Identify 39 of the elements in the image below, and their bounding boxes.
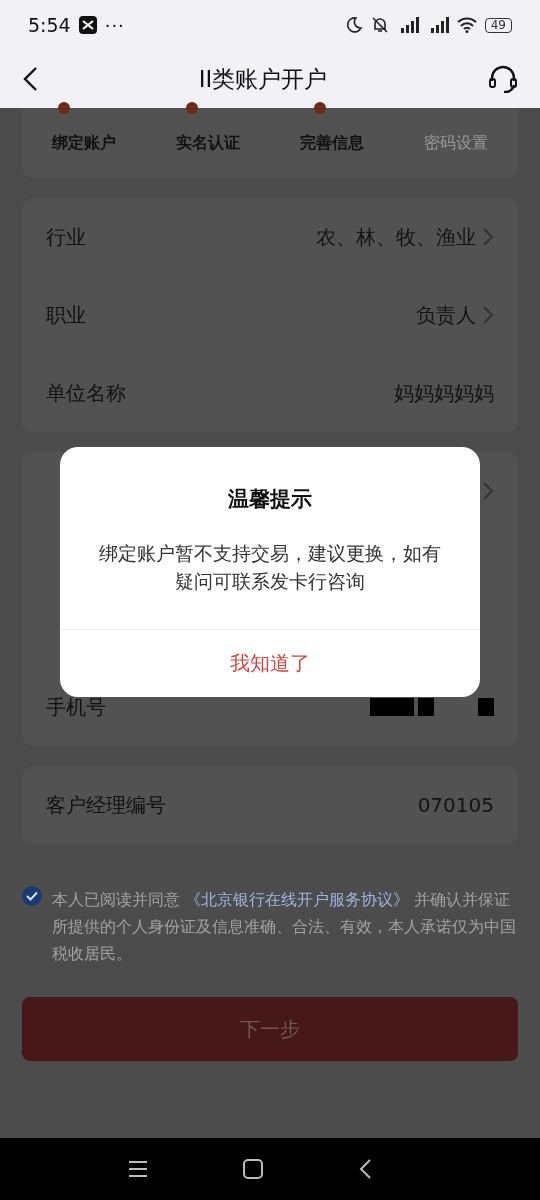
bell-off-icon bbox=[370, 16, 389, 34]
next-button[interactable]: 下一步 bbox=[22, 997, 518, 1061]
agreement-text: 本人已阅读并同意 《北京银行在线开户服务协议》 并确认并保证所提供的个人身份证及信息准确、合法、有效，本人承诺仅为中国税收居民。 bbox=[52, 889, 517, 965]
battery-level: 49 bbox=[484, 17, 512, 33]
field-value: 妈妈妈妈妈 bbox=[394, 379, 494, 407]
app-icon bbox=[78, 16, 97, 34]
field-value: 070105 bbox=[417, 793, 494, 817]
more-notifications: ··· bbox=[104, 14, 125, 36]
step-label: 绑定账户 bbox=[52, 132, 116, 154]
wifi-icon bbox=[456, 17, 477, 33]
back-icon[interactable] bbox=[22, 66, 38, 92]
moon-icon bbox=[344, 16, 363, 34]
redaction-mark bbox=[418, 698, 434, 716]
chevron-icon bbox=[482, 481, 494, 501]
headset-icon[interactable] bbox=[488, 65, 518, 93]
dialog-title: 温馨提示 bbox=[228, 486, 312, 513]
agreement-link[interactable]: 《北京银行在线开户服务协议》 bbox=[185, 890, 410, 909]
field-label: 行业 bbox=[46, 223, 86, 251]
chevron-icon bbox=[482, 227, 494, 247]
checkmark-icon bbox=[26, 891, 38, 901]
redaction-mark bbox=[370, 698, 414, 716]
chevron-icon bbox=[482, 305, 494, 325]
confirm-button[interactable]: 我知道了 bbox=[60, 629, 480, 697]
field-value: 负责人 bbox=[416, 301, 476, 329]
page-title: II类账户开户 bbox=[197, 64, 329, 94]
redaction-mark bbox=[478, 698, 494, 716]
field-value: 农、林、牧、渔业 bbox=[316, 223, 476, 251]
menu-icon[interactable] bbox=[128, 1160, 148, 1178]
status-time: 5:54 bbox=[28, 14, 71, 36]
field-label: 职业 bbox=[46, 301, 86, 329]
agreement-checkbox[interactable] bbox=[22, 886, 42, 906]
field-label: 客户经理编号 bbox=[46, 791, 166, 819]
field-label: 单位名称 bbox=[46, 379, 126, 407]
back-icon[interactable] bbox=[358, 1158, 372, 1180]
dialog-message: 绑定账户暂不支持交易，建议更换，如有疑问可联系发卡行咨询 bbox=[98, 541, 442, 594]
home-icon[interactable] bbox=[243, 1159, 263, 1179]
step-label: 完善信息 bbox=[300, 132, 364, 154]
step-label: 实名认证 bbox=[176, 132, 240, 154]
step-label: 密码设置 bbox=[424, 132, 488, 154]
